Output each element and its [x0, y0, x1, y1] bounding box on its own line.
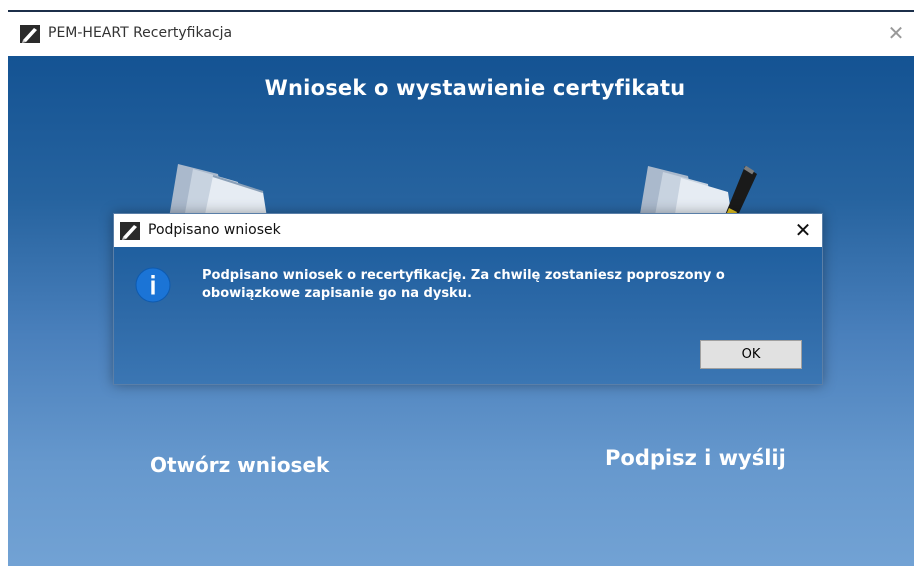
dialog-message-line-1: Podpisano wniosek o recertyfikację. Za c…	[202, 268, 725, 283]
sign-and-send-button[interactable]: Podpisz i wyślij	[605, 446, 786, 470]
dialog-titlebar: Podpisano wniosek ✕	[114, 214, 822, 247]
dialog-close-button[interactable]: ✕	[788, 216, 818, 245]
app-logo-icon	[20, 25, 40, 43]
dialog-message: Podpisano wniosek o recertyfikację. Za c…	[202, 267, 792, 303]
dialog-title: Podpisano wniosek	[148, 222, 281, 238]
window-titlebar: PEM-HEART Recertyfikacja ✕	[8, 12, 914, 56]
window-close-button[interactable]: ✕	[884, 20, 908, 46]
open-request-button[interactable]: Otwórz wniosek	[150, 453, 329, 477]
dialog-message-line-2: obowiązkowe zapisanie go na dysku.	[202, 286, 472, 301]
info-icon	[135, 267, 171, 303]
window-title: PEM-HEART Recertyfikacja	[48, 25, 233, 41]
ok-button[interactable]: OK	[700, 340, 802, 369]
page-title: Wniosek o wystawienie certyfikatu	[264, 76, 686, 100]
message-dialog: Podpisano wniosek ✕ Podpisano wniosek o …	[113, 213, 823, 385]
dialog-body: Podpisano wniosek o recertyfikację. Za c…	[114, 247, 822, 384]
app-logo-icon	[120, 222, 140, 240]
